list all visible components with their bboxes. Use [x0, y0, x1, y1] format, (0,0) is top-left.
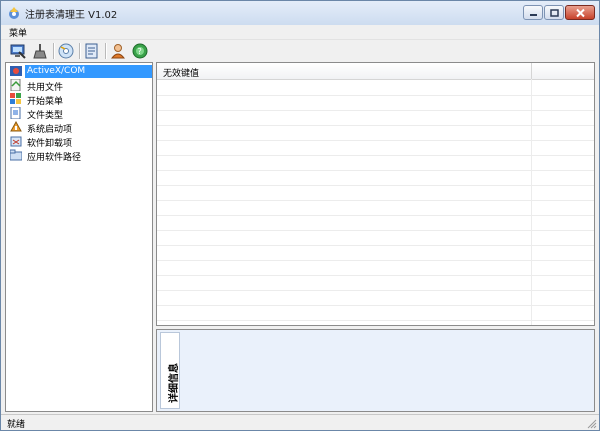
- grid-row-line: [157, 230, 594, 231]
- toolbar-restore-button[interactable]: [83, 42, 101, 60]
- grid-row-line: [157, 140, 594, 141]
- title-bar[interactable]: 注册表清理王 V1.02: [1, 1, 599, 26]
- grid-row-line: [157, 305, 594, 306]
- menu-main[interactable]: 菜单: [9, 26, 27, 39]
- minimize-icon: [530, 14, 537, 16]
- maximize-button[interactable]: [544, 5, 564, 20]
- activex-icon: [10, 66, 22, 76]
- uninstall-icon: [10, 136, 22, 147]
- grid-row-line: [157, 290, 594, 291]
- tree-item-label: 软件卸载项: [27, 139, 73, 149]
- tree-item-label: 共用文件: [27, 83, 64, 93]
- toolbar-backup-button[interactable]: [57, 42, 75, 60]
- tree-item-label: ActiveX/COM: [25, 65, 152, 78]
- toolbar-separator: [79, 43, 81, 59]
- user-icon: [110, 44, 126, 59]
- toolbar-scan-button[interactable]: [9, 42, 27, 60]
- tab-details[interactable]: 详细信息: [160, 332, 180, 409]
- globe-help-icon: ?: [132, 43, 148, 59]
- grid-row-line: [157, 245, 594, 246]
- grid-row-line: [157, 275, 594, 276]
- shared-file-icon: [10, 79, 21, 91]
- detail-tab-label: 详细信息: [169, 363, 180, 403]
- grid-row-line: [157, 170, 594, 171]
- startup-icon: [10, 121, 22, 132]
- invalid-keys-list[interactable]: 无效键值: [156, 62, 595, 326]
- menu-bar: 菜单: [1, 25, 599, 39]
- tree-item-start-menu[interactable]: 开始菜单: [8, 93, 150, 107]
- grid-column-line: [531, 79, 532, 325]
- grid-row-line: [157, 155, 594, 156]
- tree-item-uninstall[interactable]: 软件卸载项: [8, 135, 150, 149]
- backup-disc-icon: [58, 43, 74, 59]
- column-header-invalid-key[interactable]: 无效键值: [163, 66, 199, 79]
- start-menu-icon: [10, 93, 21, 104]
- tree-item-label: 文件类型: [27, 111, 64, 121]
- app-path-icon: [10, 149, 22, 161]
- toolbar-separator: [53, 43, 55, 59]
- grid-row-line: [157, 185, 594, 186]
- grid-row-line: [157, 110, 594, 111]
- file-type-icon: [10, 107, 21, 119]
- tree-item-startup[interactable]: 系统启动项: [8, 121, 150, 135]
- resize-grip-icon[interactable]: [587, 419, 597, 429]
- tree-item-file-types[interactable]: 文件类型: [8, 107, 150, 121]
- registry-cleaner-app-icon: [9, 7, 19, 19]
- status-text: 就绪: [7, 420, 26, 430]
- toolbar: ?: [1, 39, 599, 62]
- grid-row-line: [157, 200, 594, 201]
- status-bar: 就绪: [1, 414, 599, 430]
- close-icon: [576, 8, 585, 18]
- close-button[interactable]: [565, 5, 595, 20]
- toolbar-clean-button[interactable]: [31, 42, 49, 60]
- tree-item-activex[interactable]: ActiveX/COM: [8, 65, 152, 78]
- scan-monitor-icon: [10, 44, 26, 59]
- tree-item-label: 应用软件路径: [27, 153, 82, 163]
- toolbar-user-button[interactable]: [109, 42, 127, 60]
- detail-panel: 详细信息: [156, 329, 595, 412]
- broom-clean-icon: [33, 44, 47, 59]
- restore-document-icon: [85, 43, 98, 59]
- grid-row-line: [157, 125, 594, 126]
- grid-row-line: [157, 260, 594, 261]
- grid-row-line: [157, 320, 594, 321]
- toolbar-separator: [105, 43, 107, 59]
- toolbar-help-button[interactable]: ?: [131, 42, 149, 60]
- category-tree[interactable]: ActiveX/COM 共用文件 开始菜单 文件类型 系统启动项 软件卸载项 应…: [5, 62, 153, 412]
- tree-item-label: 开始菜单: [27, 97, 64, 107]
- grid-row-line: [157, 95, 594, 96]
- svg-text:?: ?: [138, 47, 142, 56]
- tree-item-shared-files[interactable]: 共用文件: [8, 79, 150, 93]
- window-title: 注册表清理王 V1.02: [25, 10, 118, 21]
- list-header: 无效键值: [157, 63, 594, 80]
- maximize-icon: [550, 9, 559, 17]
- column-divider[interactable]: [531, 63, 532, 79]
- main-window: 注册表清理王 V1.02 菜单 ? ActiveX/COM 共用文件 开始菜单 …: [0, 0, 600, 431]
- grid-row-line: [157, 215, 594, 216]
- minimize-button[interactable]: [523, 5, 543, 20]
- tree-item-label: 系统启动项: [27, 125, 73, 135]
- tree-item-app-paths[interactable]: 应用软件路径: [8, 149, 150, 163]
